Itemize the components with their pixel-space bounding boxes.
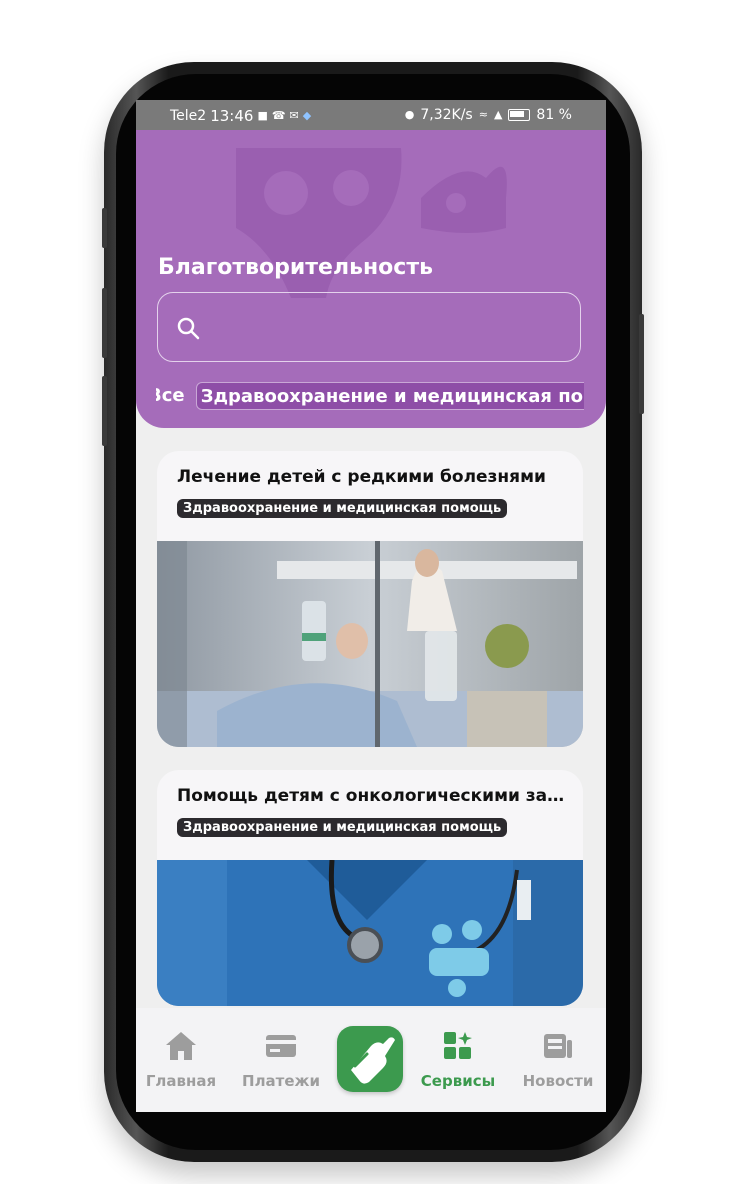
shield-icon: ◆: [302, 109, 312, 122]
phone-mute-switch: [102, 208, 107, 248]
services-icon: [444, 1032, 472, 1059]
doctor-stethoscope-photo: [157, 860, 583, 1006]
phone-power-button: [639, 314, 644, 414]
nav-home[interactable]: Главная: [136, 1030, 226, 1090]
search-icon: [177, 317, 200, 340]
nav-payments[interactable]: Платежи: [236, 1030, 326, 1090]
hospital-iv-drip-photo: [157, 541, 583, 747]
chip-healthcare[interactable]: Здравоохранение и медицинская помощь: [195, 382, 584, 410]
mail-icon: ✉: [289, 109, 299, 122]
ornament-decoration-icon: [236, 148, 507, 298]
nav-services-label: Сервисы: [420, 1072, 496, 1090]
battery-level: 81 %: [536, 107, 572, 123]
phone-call-icon: ☎: [271, 109, 286, 122]
category-chips: Все Здравоохранение и медицинская помощь: [156, 382, 584, 412]
card-title: Помощь детям с онкологическими заболеван…: [177, 786, 567, 806]
nav-home-label: Главная: [145, 1072, 217, 1090]
wifi-icon: ≈: [478, 108, 488, 121]
signal-icon: ▲: [493, 108, 503, 121]
status-bar: Tele2 13:46 ■ ☎ ✉ ◆ ● 7,32K/s ≈ ▲ 81 %: [136, 100, 606, 130]
charity-header: Благотворительность Все Здравоохранение …: [136, 130, 606, 428]
nav-news[interactable]: Новости: [513, 1030, 603, 1090]
charity-card[interactable]: Лечение детей с редкими болезнями Здраво…: [157, 451, 583, 747]
microphone-icon: ●: [404, 108, 415, 121]
card-category-tag: Здравоохранение и медицинская помощь: [177, 818, 508, 837]
page-title: Благотворительность: [158, 255, 433, 280]
app-hand-logo-button[interactable]: [337, 1026, 403, 1092]
charity-card[interactable]: Помощь детям с онкологическими заболеван…: [157, 770, 583, 1006]
network-speed: 7,32K/s: [420, 107, 473, 123]
card-icon: [266, 1035, 296, 1057]
app-hand-logo-icon: [351, 1037, 395, 1084]
app-screen: Tele2 13:46 ■ ☎ ✉ ◆ ● 7,32K/s ≈ ▲ 81 % Б…: [136, 100, 606, 1112]
nav-services[interactable]: Сервисы: [413, 1030, 503, 1090]
phone-volume-up: [102, 288, 107, 358]
carrier-name: Tele2: [170, 108, 207, 124]
card-category-tag: Здравоохранение и медицинская помощь: [177, 499, 508, 518]
bottom-navigation: Главная Платежи Сервисы Новости: [136, 1008, 606, 1112]
home-icon: [166, 1032, 196, 1060]
status-time: 13:46: [210, 107, 254, 125]
card-title: Лечение детей с редкими болезнями: [177, 467, 546, 487]
video-camera-icon: ■: [257, 109, 268, 122]
battery-icon: [508, 109, 531, 121]
search-box[interactable]: [157, 292, 581, 362]
nav-news-label: Новости: [522, 1072, 594, 1090]
news-icon: [544, 1034, 572, 1058]
phone-volume-down: [102, 376, 107, 446]
nav-payments-label: Платежи: [242, 1072, 320, 1090]
chip-all[interactable]: Все: [156, 382, 191, 410]
search-input[interactable]: [210, 309, 564, 347]
